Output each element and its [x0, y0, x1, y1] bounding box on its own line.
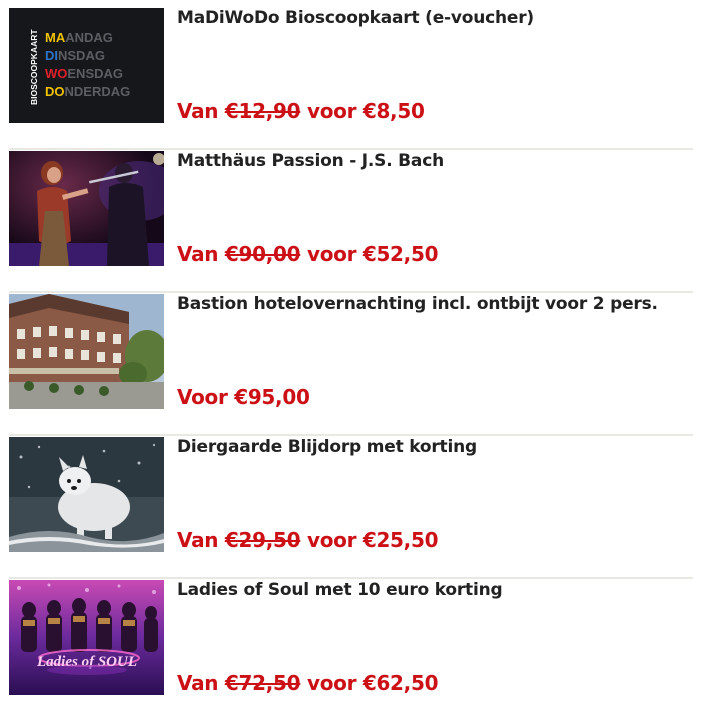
concert-photo-icon[interactable] [9, 151, 164, 266]
new-price: €25,50 [362, 528, 439, 552]
price-joiner: voor [306, 99, 357, 123]
old-price: €29,50 [224, 528, 301, 552]
price-joiner: voor [306, 242, 357, 266]
old-price: €12,90 [224, 99, 301, 123]
list-item[interactable]: Ladies of SOUL Ladies of Soul met 10 eur… [9, 579, 693, 722]
list-item[interactable]: Diergaarde Blijdorp met korting Van €29,… [9, 436, 693, 579]
item-price: Van €12,90 voor €8,50 [177, 99, 425, 123]
svg-text:WOENSDAG: WOENSDAG [45, 66, 123, 81]
item-title[interactable]: Bastion hotelovernachting incl. ontbijt … [177, 294, 658, 314]
svg-text:DINSDAG: DINSDAG [45, 48, 105, 63]
bioscoopkaart-image[interactable]: BIOSCOOPKAART MAANDAG DINSDAG WOENSDAG D… [9, 8, 164, 123]
item-price: Van €29,50 voor €25,50 [177, 528, 439, 552]
item-title[interactable]: MaDiWoDo Bioscoopkaart (e-voucher) [177, 8, 534, 28]
ladies-of-soul-image[interactable]: Ladies of SOUL [9, 580, 164, 695]
item-price: Van €72,50 voor €62,50 [177, 671, 439, 695]
price-joiner: voor [306, 671, 357, 695]
price-prefix: Van [177, 671, 219, 695]
new-price: €52,50 [362, 242, 439, 266]
vertical-logo-text: BIOSCOOPKAART [29, 29, 39, 105]
list-item[interactable]: BIOSCOOPKAART MAANDAG DINSDAG WOENSDAG D… [9, 7, 693, 150]
hotel-photo-icon[interactable] [9, 294, 164, 409]
svg-text:DONDERDAG: DONDERDAG [45, 84, 130, 99]
list-item[interactable]: Bastion hotelovernachting incl. ontbijt … [9, 293, 693, 436]
item-title[interactable]: Matthäus Passion - J.S. Bach [177, 151, 444, 171]
item-price: Voor €95,00 [177, 385, 310, 409]
price-joiner: voor [306, 528, 357, 552]
item-title[interactable]: Diergaarde Blijdorp met korting [177, 437, 477, 457]
price-prefix: Van [177, 242, 219, 266]
item-price: Van €90,00 voor €52,50 [177, 242, 439, 266]
svg-text:MAANDAG: MAANDAG [45, 30, 113, 45]
old-price: €72,50 [224, 671, 301, 695]
price-prefix: Van [177, 528, 219, 552]
new-price: €62,50 [362, 671, 439, 695]
price-prefix: Voor [177, 385, 228, 409]
price-prefix: Van [177, 99, 219, 123]
new-price: €8,50 [362, 99, 425, 123]
deals-list: BIOSCOOPKAART MAANDAG DINSDAG WOENSDAG D… [9, 7, 693, 722]
old-price: €90,00 [224, 242, 301, 266]
new-price: €95,00 [234, 385, 310, 409]
item-title[interactable]: Ladies of Soul met 10 euro korting [177, 580, 503, 600]
list-item[interactable]: Matthäus Passion - J.S. Bach Van €90,00 … [9, 150, 693, 293]
arctic-fox-photo-icon[interactable] [9, 437, 164, 552]
